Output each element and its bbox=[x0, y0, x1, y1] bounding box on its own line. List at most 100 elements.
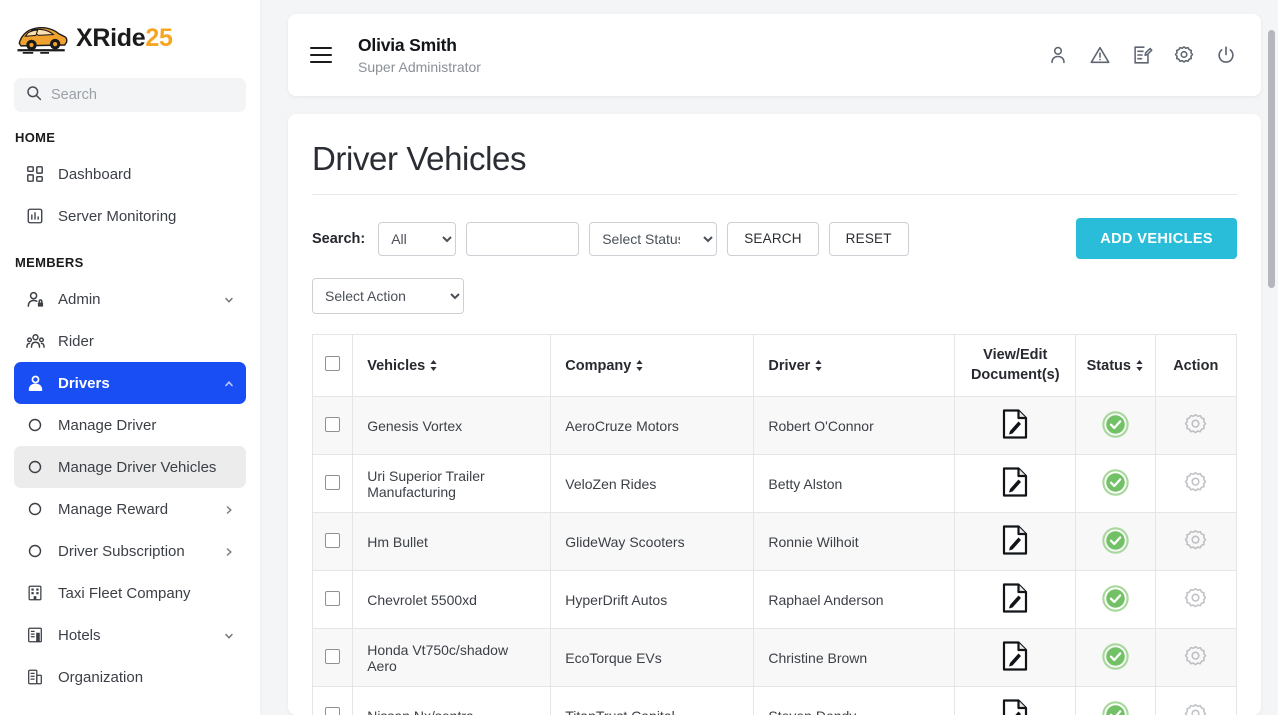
gear-icon[interactable] bbox=[1183, 645, 1208, 672]
status-active-icon[interactable] bbox=[1102, 642, 1129, 673]
hamburger-icon[interactable] bbox=[310, 47, 332, 63]
sort-icon[interactable] bbox=[429, 359, 438, 372]
sort-icon[interactable] bbox=[635, 359, 644, 372]
cell-company: AeroCruze Motors bbox=[550, 396, 755, 456]
column-header-label: Company bbox=[565, 357, 632, 374]
gear-icon[interactable] bbox=[1183, 471, 1208, 498]
building-grid-icon bbox=[25, 583, 45, 603]
status-active-icon[interactable] bbox=[1102, 526, 1129, 557]
reset-button[interactable]: RESET bbox=[828, 221, 909, 256]
sidebar-item-dashboard[interactable]: Dashboard bbox=[14, 153, 246, 195]
sort-icon[interactable] bbox=[1135, 359, 1144, 372]
page-card: Driver Vehicles Search: All Select Statu… bbox=[288, 114, 1261, 715]
brand-logo-block[interactable]: XRide25 bbox=[0, 0, 260, 72]
row-checkbox[interactable] bbox=[325, 590, 341, 606]
row-checkbox[interactable] bbox=[325, 532, 341, 548]
main-content: Olivia Smith Super Administrator Driver … bbox=[260, 0, 1278, 715]
status-active-icon[interactable] bbox=[1102, 468, 1129, 499]
document-edit-icon[interactable] bbox=[1002, 641, 1028, 674]
column-header-company[interactable]: Company bbox=[550, 333, 755, 398]
sidebar-item-admin[interactable]: Admin bbox=[14, 278, 246, 320]
column-header-driver[interactable]: Driver bbox=[753, 333, 956, 398]
vertical-scrollbar-thumb[interactable] bbox=[1268, 30, 1275, 288]
table-row: Hm Bullet GlideWay Scooters Ronnie Wilhoit bbox=[311, 512, 1237, 572]
cell-driver: Christine Brown bbox=[753, 628, 956, 688]
bulk-action-select[interactable]: Select Action bbox=[312, 278, 464, 314]
cell-documents bbox=[954, 570, 1077, 630]
sidebar: XRide25 HOME Dashboard bbox=[0, 0, 260, 715]
gear-icon[interactable] bbox=[1183, 413, 1208, 440]
sidebar-item-driver-subscription[interactable]: Driver Subscription bbox=[14, 530, 246, 572]
row-checkbox[interactable] bbox=[325, 706, 341, 715]
table-row: Uri Superior Trailer Manufacturing VeloZe… bbox=[311, 454, 1237, 514]
table-body: Genesis Vortex AeroCruze Motors Robert O'C… bbox=[311, 396, 1237, 715]
sidebar-item-taxi-fleet-company[interactable]: Taxi Fleet Company bbox=[14, 572, 246, 614]
cell-documents bbox=[954, 454, 1077, 514]
column-header-action: Action bbox=[1154, 333, 1237, 398]
document-edit-icon[interactable] bbox=[1002, 467, 1028, 500]
hotel-icon bbox=[25, 625, 45, 645]
cell-documents bbox=[954, 512, 1077, 572]
nav-section-title-home: HOME bbox=[15, 130, 56, 145]
status-filter-select[interactable]: Select Status bbox=[589, 221, 718, 256]
sidebar-item-rider[interactable]: Rider bbox=[14, 320, 246, 362]
document-edit-icon[interactable] bbox=[1002, 525, 1028, 558]
add-vehicles-button[interactable]: ADD VEHICLES bbox=[1076, 218, 1237, 259]
gear-icon[interactable] bbox=[1173, 44, 1195, 66]
cell-vehicle: Uri Superior Trailer Manufacturing bbox=[352, 454, 552, 514]
sidebar-item-label: Manage Reward bbox=[58, 500, 169, 518]
filters-toolbar: Search: All Select Status SEARCH RESET A… bbox=[312, 218, 1237, 259]
cell-action bbox=[1154, 686, 1237, 715]
column-header-vehicles[interactable]: Vehicles bbox=[352, 333, 552, 398]
edit-document-icon[interactable] bbox=[1131, 44, 1153, 66]
chevron-up-icon bbox=[223, 377, 235, 389]
column-header-status[interactable]: Status bbox=[1075, 333, 1156, 398]
circle-icon bbox=[25, 541, 45, 561]
select-all-checkbox[interactable] bbox=[325, 356, 341, 372]
circle-icon bbox=[25, 499, 45, 519]
cell-action bbox=[1154, 628, 1237, 688]
profile-icon[interactable] bbox=[1047, 44, 1069, 66]
status-active-icon[interactable] bbox=[1102, 584, 1129, 615]
column-header-label: Driver bbox=[768, 357, 811, 374]
nav-section-home: HOME Dashboard Server Monitoring bbox=[0, 112, 260, 237]
sidebar-item-drivers[interactable]: Drivers bbox=[14, 362, 246, 404]
cell-vehicle: Chevrolet 5500xd bbox=[352, 570, 552, 630]
search-button[interactable]: SEARCH bbox=[727, 221, 819, 256]
chevron-down-icon bbox=[223, 629, 235, 641]
search-label: Search: bbox=[312, 230, 366, 247]
sidebar-item-hotels[interactable]: Hotels bbox=[14, 614, 246, 656]
cell-vehicle: Nissan Nx/sentra bbox=[352, 686, 552, 715]
driver-vehicles-table: Vehicles Company Driver View/Edit Docume… bbox=[311, 333, 1237, 715]
row-checkbox[interactable] bbox=[325, 416, 341, 432]
gear-icon[interactable] bbox=[1183, 529, 1208, 556]
sidebar-item-server-monitoring[interactable]: Server Monitoring bbox=[14, 195, 246, 237]
search-text-input[interactable] bbox=[466, 221, 580, 256]
row-checkbox[interactable] bbox=[325, 474, 341, 490]
gear-icon[interactable] bbox=[1183, 587, 1208, 614]
cell-status bbox=[1075, 570, 1156, 630]
sidebar-item-manage-driver[interactable]: Manage Driver bbox=[14, 404, 246, 446]
document-edit-icon[interactable] bbox=[1002, 409, 1028, 442]
warning-triangle-icon[interactable] bbox=[1089, 44, 1111, 66]
sidebar-item-organization[interactable]: Organization bbox=[14, 656, 246, 698]
cell-documents bbox=[954, 396, 1077, 456]
table-row: Honda Vt750c/shadow Aero EcoTorque EVs Chr… bbox=[311, 628, 1237, 688]
search-scope-select[interactable]: All bbox=[378, 221, 457, 256]
status-active-icon[interactable] bbox=[1102, 410, 1129, 441]
sidebar-item-manage-reward[interactable]: Manage Reward bbox=[14, 488, 246, 530]
row-checkbox[interactable] bbox=[325, 648, 341, 664]
column-header-label: Vehicles bbox=[367, 357, 426, 374]
cell-status bbox=[1075, 396, 1156, 456]
sidebar-item-label: Drivers bbox=[58, 374, 110, 392]
document-edit-icon[interactable] bbox=[1002, 583, 1028, 616]
sidebar-item-manage-driver-vehicles[interactable]: Manage Driver Vehicles bbox=[14, 446, 246, 488]
sort-icon[interactable] bbox=[814, 359, 823, 372]
search-icon bbox=[26, 85, 42, 106]
organization-icon bbox=[25, 667, 45, 687]
dashboard-grid-icon bbox=[25, 164, 45, 184]
power-icon[interactable] bbox=[1215, 44, 1237, 66]
sidebar-search[interactable] bbox=[14, 78, 246, 112]
cell-status bbox=[1075, 686, 1156, 715]
search-input[interactable] bbox=[51, 87, 234, 103]
